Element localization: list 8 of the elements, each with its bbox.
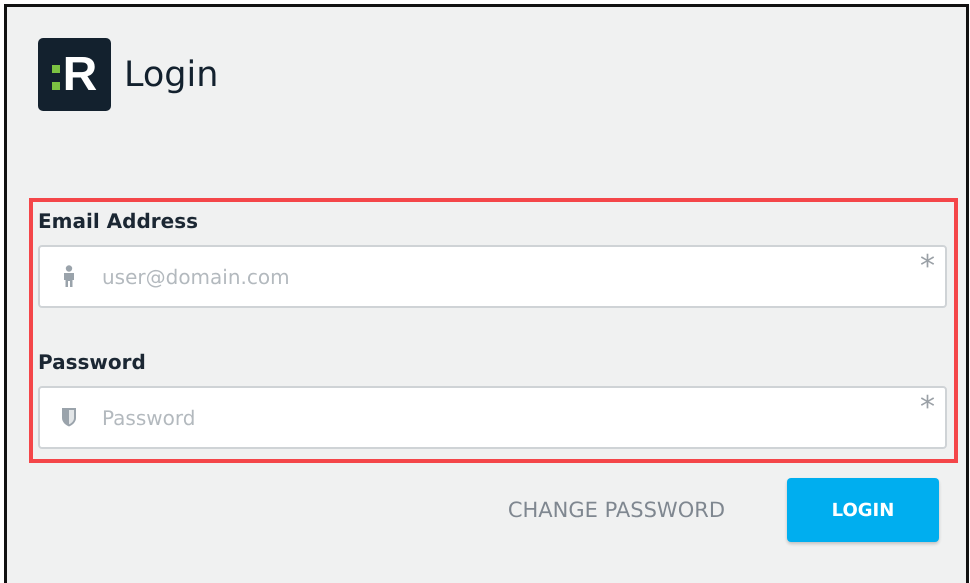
login-button[interactable]: LOGIN [787, 478, 939, 542]
required-mark: * [920, 249, 935, 284]
required-mark: * [920, 390, 935, 425]
logo-icon: R [38, 38, 111, 111]
field-label: Password [38, 349, 147, 376]
page-title: Login [124, 54, 218, 96]
change-password-link[interactable]: CHANGE PASSWORD [508, 498, 725, 522]
field-label: Email Address [38, 208, 200, 235]
